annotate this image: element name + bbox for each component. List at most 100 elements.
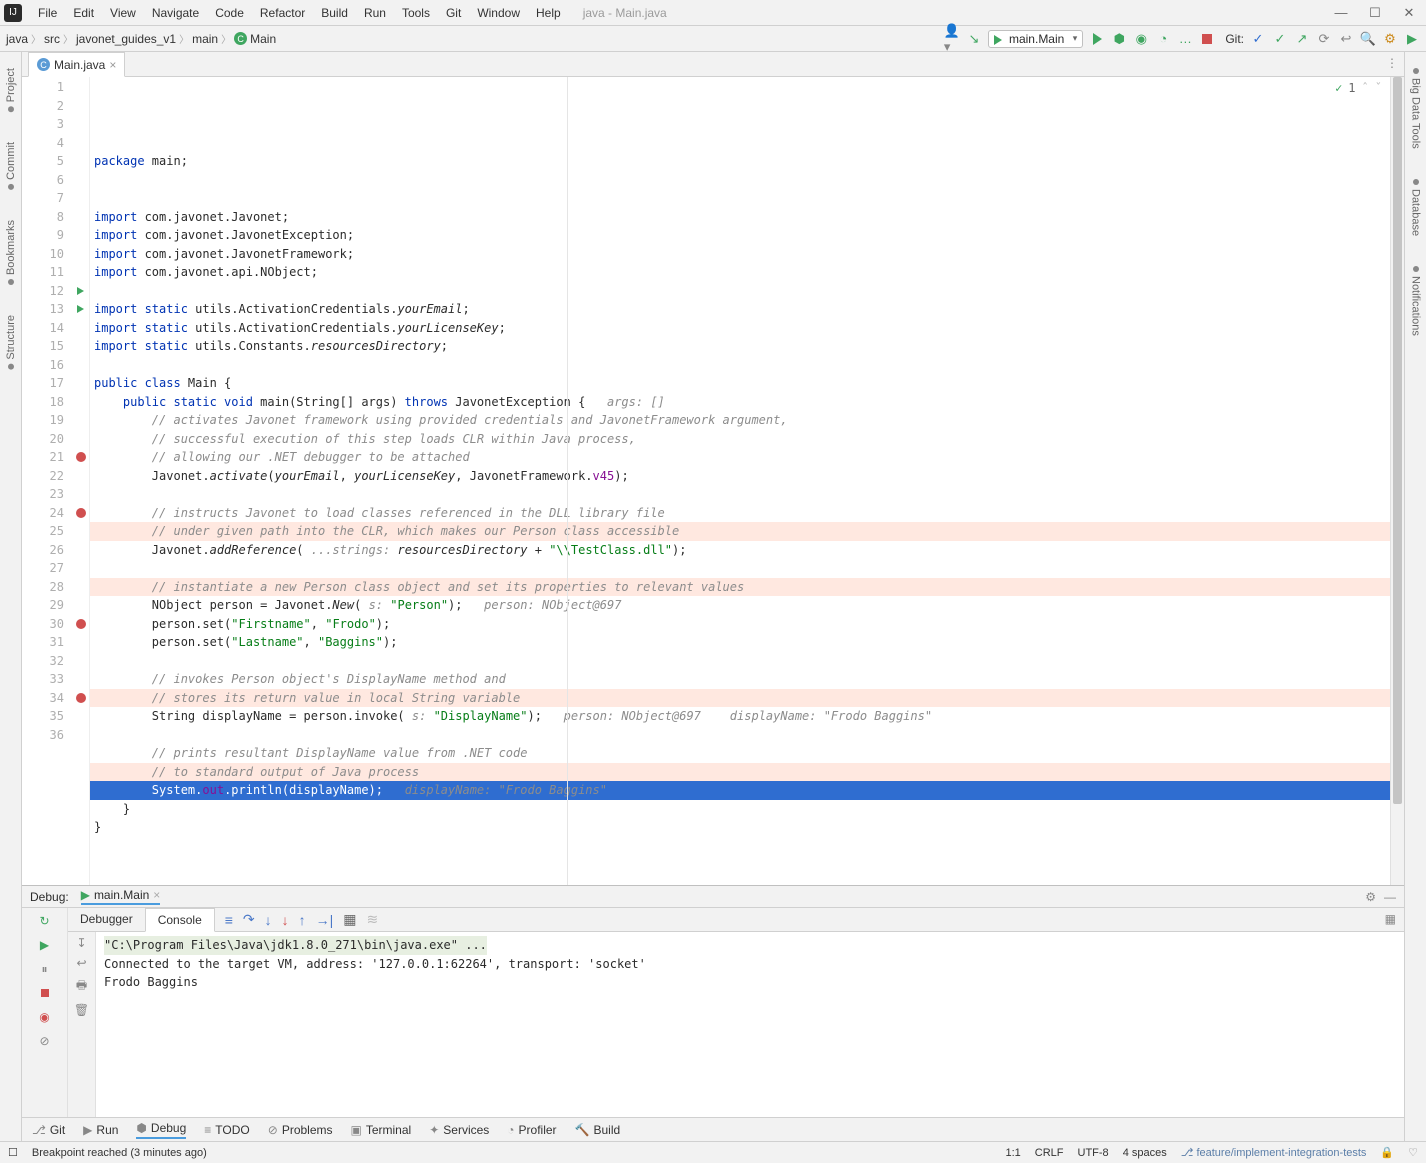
menu-help[interactable]: Help [528, 6, 569, 20]
[interactable] [72, 171, 89, 190]
code-line[interactable]: // activates Javonet framework using pro… [90, 411, 1390, 430]
force-step-into-icon[interactable]: ↓ [282, 912, 289, 928]
code-line[interactable] [90, 485, 1390, 504]
code-line[interactable]: person.set("Lastname", "Baggins"); [90, 633, 1390, 652]
[interactable] [72, 559, 89, 578]
soft-wrap-icon[interactable]: ↩ [76, 956, 86, 970]
scroll-to-end-icon[interactable]: ↧ [76, 936, 86, 950]
bp-mark[interactable] [72, 615, 89, 634]
code-line[interactable]: // allowing our .NET debugger to be atta… [90, 448, 1390, 467]
attach-button[interactable]: … [1177, 31, 1193, 47]
tool-tab-services[interactable]: ✦Services [429, 1123, 489, 1137]
code-line[interactable] [90, 189, 1390, 208]
breadcrumb-item[interactable]: Main [250, 32, 276, 46]
code-line[interactable]: // prints resultant DisplayName value fr… [90, 744, 1390, 763]
code-area[interactable]: ✓1ˆˇ package main;import com.javonet.Jav… [90, 77, 1390, 885]
[interactable] [72, 337, 89, 356]
run-to-cursor-icon[interactable]: →| [316, 912, 334, 928]
tool-notifications[interactable]: Notifications [1410, 266, 1422, 336]
code-line[interactable]: // invokes Person object's DisplayName m… [90, 670, 1390, 689]
[interactable] [72, 97, 89, 116]
[interactable] [72, 393, 89, 412]
[interactable] [72, 652, 89, 671]
view-breakpoints-button[interactable]: ◉ [36, 1008, 54, 1026]
pause-button[interactable]: ⏸ [36, 960, 54, 978]
code-line[interactable]: } [90, 818, 1390, 837]
[interactable] [72, 115, 89, 134]
tool-tab-git[interactable]: ⎇Git [32, 1123, 65, 1137]
[interactable] [72, 578, 89, 597]
menu-tools[interactable]: Tools [394, 6, 438, 20]
code-line[interactable]: System.out.println(displayName); display… [90, 781, 1390, 800]
close-button[interactable]: ✕ [1392, 5, 1426, 21]
git-rollback-icon[interactable]: ↩ [1338, 31, 1354, 47]
git-push-icon[interactable]: ↗ [1294, 31, 1310, 47]
stop-debug-button[interactable] [36, 984, 54, 1002]
coverage-button[interactable]: ◉ [1133, 31, 1149, 47]
tool-tab-debug[interactable]: ⬢Debug [136, 1121, 186, 1139]
code-line[interactable]: } [90, 800, 1390, 819]
menu-view[interactable]: View [102, 6, 144, 20]
step-out-icon[interactable]: ↑ [299, 912, 306, 928]
code-line[interactable]: import static utils.ActivationCredential… [90, 300, 1390, 319]
code-line[interactable]: String displayName = person.invoke( s: "… [90, 707, 1390, 726]
[interactable] [72, 152, 89, 171]
stop-button[interactable] [1199, 31, 1215, 47]
code-line[interactable]: import com.javonet.Javonet; [90, 208, 1390, 227]
code-line[interactable]: import com.javonet.JavonetException; [90, 226, 1390, 245]
tool-tab-terminal[interactable]: ▣Terminal [351, 1123, 412, 1137]
code-line[interactable]: import static utils.Constants.resourcesD… [90, 337, 1390, 356]
rerun-button[interactable]: ↻ [36, 912, 54, 930]
breadcrumb[interactable]: java 〉 src 〉 javonet_guides_v1 〉 main 〉 … [6, 31, 276, 46]
[interactable] [72, 670, 89, 689]
code-line[interactable]: // instructs Javonet to load classes ref… [90, 504, 1390, 523]
clear-icon[interactable]: 🗑 [74, 1003, 89, 1017]
trace-icon[interactable]: ≋ [367, 911, 379, 928]
debugger-tab[interactable]: Debugger [68, 908, 145, 931]
menu-refactor[interactable]: Refactor [252, 6, 313, 20]
mute-breakpoints-button[interactable]: ⊘ [36, 1032, 54, 1050]
git-commit-icon[interactable]: ✓ [1272, 31, 1288, 47]
tab-close-icon[interactable]: × [109, 58, 116, 72]
code-line[interactable]: import com.javonet.JavonetFramework; [90, 245, 1390, 264]
tool-database[interactable]: Database [1410, 179, 1422, 236]
code-line[interactable] [90, 282, 1390, 301]
lock-icon[interactable]: 🔒 [1380, 1146, 1394, 1159]
tool-project[interactable]: Project [5, 68, 17, 112]
vertical-scrollbar[interactable] [1390, 77, 1404, 885]
code-line[interactable] [90, 559, 1390, 578]
[interactable] [72, 134, 89, 153]
print-icon[interactable]: 🖶 [76, 976, 87, 997]
tool-tab-todo[interactable]: ≡TODO [204, 1123, 249, 1137]
avatar-icon[interactable]: ▶ [1404, 31, 1420, 47]
step-into-icon[interactable]: ↓ [265, 912, 272, 928]
[interactable] [72, 226, 89, 245]
file-encoding[interactable]: UTF-8 [1078, 1147, 1109, 1159]
code-line[interactable]: person.set("Firstname", "Frodo"); [90, 615, 1390, 634]
code-line[interactable]: // to standard output of Java process [90, 763, 1390, 782]
debug-session-tab[interactable]: ▶main.Main× [81, 888, 161, 905]
bp-mark[interactable] [72, 689, 89, 708]
bp-mark[interactable] [72, 448, 89, 467]
code-line[interactable] [90, 171, 1390, 190]
code-line[interactable]: public static void main(String[] args) t… [90, 393, 1390, 412]
code-line[interactable]: Javonet.addReference( ...strings: resour… [90, 541, 1390, 560]
[interactable] [72, 633, 89, 652]
tool-commit[interactable]: Commit [5, 142, 17, 190]
[interactable] [72, 726, 89, 745]
line-separator[interactable]: CRLF [1035, 1147, 1064, 1159]
caret-position[interactable]: 1:1 [1005, 1147, 1020, 1159]
icon-gutter[interactable] [72, 77, 90, 885]
[interactable] [72, 485, 89, 504]
[interactable] [72, 596, 89, 615]
menu-navigate[interactable]: Navigate [144, 6, 207, 20]
menu-window[interactable]: Window [469, 6, 528, 20]
console-tab[interactable]: Console [145, 908, 215, 932]
[interactable] [72, 189, 89, 208]
menu-edit[interactable]: Edit [65, 6, 102, 20]
[interactable] [72, 78, 89, 97]
breadcrumb-item[interactable]: main [192, 32, 218, 46]
[interactable] [72, 467, 89, 486]
git-update-icon[interactable]: ✓ [1250, 31, 1266, 47]
step-over-icon[interactable]: ≡ [225, 912, 233, 928]
